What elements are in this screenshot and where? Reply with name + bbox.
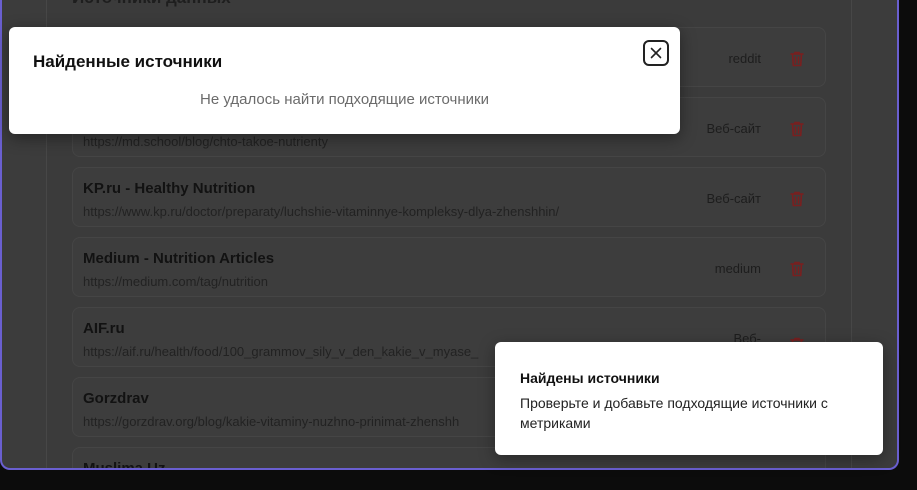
empty-state-message: Не удалось найти подходящие источники bbox=[200, 91, 489, 108]
source-name: Gorzdrav bbox=[83, 390, 149, 407]
modal-title: Найденные источники bbox=[33, 52, 223, 71]
notification-toast: Найдены источники Проверьте и добавьте п… bbox=[495, 342, 883, 455]
source-type: Веб-сайт bbox=[706, 121, 761, 136]
source-name: AIF.ru bbox=[83, 320, 125, 337]
source-name: Muslima.Uz bbox=[83, 460, 166, 470]
source-url[interactable]: https://md.school/blog/chto-takoe-nutrie… bbox=[83, 134, 328, 149]
source-url[interactable]: https://www.kp.ru/doctor/preparaty/luchs… bbox=[83, 204, 559, 219]
source-name: Medium - Nutrition Articles bbox=[83, 250, 275, 267]
found-sources-modal: Найденные источники Не удалось найти под… bbox=[9, 27, 680, 134]
section-title: Источники данных bbox=[72, 0, 231, 8]
trash-icon[interactable] bbox=[787, 259, 807, 279]
close-button[interactable] bbox=[643, 40, 669, 66]
source-type: Веб-сайт bbox=[706, 191, 761, 206]
trash-icon[interactable] bbox=[787, 189, 807, 209]
source-type: reddit bbox=[728, 51, 761, 66]
source-name: KP.ru - Healthy Nutrition bbox=[83, 180, 256, 197]
source-url[interactable]: https://medium.com/tag/nutrition bbox=[83, 274, 268, 289]
trash-icon[interactable] bbox=[787, 119, 807, 139]
source-url[interactable]: https://aif.ru/health/food/100_grammov_s… bbox=[83, 344, 478, 359]
toast-message: Проверьте и добавьте подходящие источник… bbox=[520, 395, 828, 431]
toast-title: Найдены источники bbox=[520, 370, 660, 386]
source-item[interactable]: KP.ru - Healthy Nutrition https://www.kp… bbox=[72, 167, 826, 227]
source-type: medium bbox=[714, 261, 761, 276]
source-item[interactable]: Medium - Nutrition Articles https://medi… bbox=[72, 237, 826, 297]
source-url[interactable]: https://gorzdrav.org/blog/kakie-vitaminy… bbox=[83, 414, 459, 429]
trash-icon[interactable] bbox=[787, 49, 807, 69]
close-icon bbox=[650, 47, 662, 59]
